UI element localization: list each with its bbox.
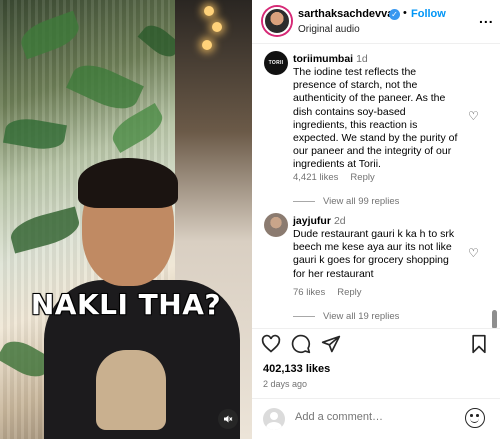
author-username[interactable]: sarthaksachdevva — [298, 8, 393, 20]
comment-meta: 76 likes Reply — [293, 287, 374, 298]
comment-time: 2d — [333, 215, 346, 227]
post-actions: 402,133 likes 2 days ago — [252, 328, 500, 398]
speaker-muted-icon[interactable] — [218, 409, 238, 429]
commenter-username[interactable]: jayjufur — [293, 215, 331, 227]
comment-text: Dude restaurant gauri k ka h to srk beec… — [293, 228, 455, 280]
heart-icon[interactable] — [260, 334, 282, 356]
replies-divider — [293, 200, 315, 202]
emoji-icon[interactable] — [465, 408, 485, 428]
commenter-username[interactable]: toriimumbai — [293, 53, 353, 65]
view-replies-button[interactable]: View all 19 replies — [293, 311, 399, 322]
audio-link[interactable]: Original audio — [298, 24, 360, 35]
heart-icon[interactable]: ♡ — [468, 109, 479, 123]
reply-button[interactable]: Reply — [350, 172, 374, 183]
follow-button[interactable]: Follow — [411, 8, 446, 20]
comment-icon[interactable] — [290, 334, 312, 356]
comment-header: toriimumbai 1d — [293, 53, 368, 65]
hanging-lights — [200, 0, 224, 60]
sweater-bear-print — [96, 350, 166, 430]
view-replies-label: View all 19 replies — [323, 311, 400, 322]
author-avatar[interactable] — [263, 7, 291, 35]
user-avatar — [263, 408, 285, 430]
commenter-avatar[interactable]: TORII — [264, 51, 288, 75]
heart-icon[interactable]: ♡ — [468, 246, 479, 260]
comment-input[interactable] — [295, 411, 455, 423]
person-hair — [78, 158, 178, 208]
bookmark-icon[interactable] — [468, 334, 490, 356]
comments-list[interactable]: TORII toriimumbai 1d The iodine test refl… — [252, 45, 500, 328]
verified-badge-icon: ✓ — [389, 9, 400, 20]
comments-scrollbar[interactable] — [492, 310, 497, 328]
comment-likes[interactable]: 76 likes — [293, 287, 325, 298]
comment-time: 1d — [356, 53, 368, 65]
view-replies-label: View all 99 replies — [323, 196, 400, 207]
reel-video[interactable]: NAKLI THA? — [0, 0, 252, 439]
more-options-icon[interactable]: ... — [479, 10, 494, 26]
likes-count[interactable]: 402,133 likes — [263, 363, 330, 375]
commenter-avatar[interactable] — [264, 213, 288, 237]
post-panel: sarthaksachdevva ✓ • Follow Original aud… — [252, 0, 500, 439]
comment-header: jayjufur 2d — [293, 215, 346, 227]
comment-likes[interactable]: 4,421 likes — [293, 172, 338, 183]
view-replies-button[interactable]: View all 99 replies — [293, 196, 399, 207]
add-comment-bar — [252, 398, 500, 439]
separator-dot: • — [403, 7, 407, 19]
replies-divider — [293, 315, 315, 317]
video-caption: NAKLI THA? — [30, 288, 222, 321]
comment-meta: 4,421 likes Reply — [293, 172, 387, 183]
comment-text: The iodine test reflects the presence of… — [293, 66, 458, 171]
post-date: 2 days ago — [263, 379, 308, 389]
send-icon[interactable] — [320, 334, 342, 356]
post-header: sarthaksachdevva ✓ • Follow Original aud… — [252, 0, 500, 44]
reply-button[interactable]: Reply — [337, 287, 361, 298]
